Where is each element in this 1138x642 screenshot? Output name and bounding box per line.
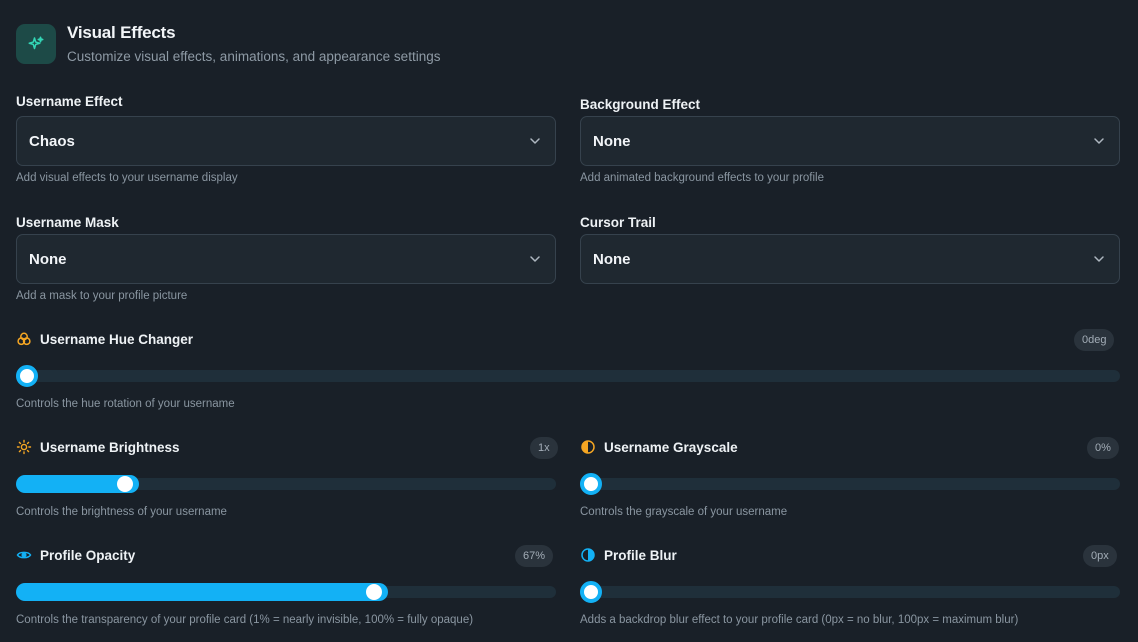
opacity-title: Profile Opacity bbox=[16, 547, 135, 563]
opacity-label: Profile Opacity bbox=[40, 547, 136, 563]
blur-label: Profile Blur bbox=[604, 547, 677, 563]
opacity-value-badge: 67% bbox=[515, 545, 554, 567]
background-effect-hint: Add animated background effects to your … bbox=[580, 172, 824, 184]
background-effect-select[interactable]: None bbox=[580, 116, 1120, 166]
username-effect-hint: Add visual effects to your username disp… bbox=[16, 172, 238, 184]
grayscale-hint: Controls the grayscale of your username bbox=[580, 506, 788, 518]
brightness-slider-thumb[interactable] bbox=[117, 476, 134, 492]
blur-slider[interactable] bbox=[580, 581, 1120, 603]
brightness-title: Username Brightness bbox=[16, 439, 180, 455]
chevron-down-icon bbox=[1093, 253, 1105, 265]
chevron-down-icon bbox=[529, 253, 541, 265]
hue-slider[interactable] bbox=[16, 365, 1120, 387]
username-mask-label: Username Mask bbox=[16, 215, 119, 230]
chevron-down-icon bbox=[1093, 135, 1105, 147]
brightness-slider[interactable] bbox=[16, 475, 556, 493]
blur-circle-icon bbox=[580, 547, 596, 563]
brightness-label: Username Brightness bbox=[40, 439, 180, 455]
username-mask-value: None bbox=[29, 250, 67, 268]
page-subtitle: Customize visual effects, animations, an… bbox=[67, 49, 441, 64]
blur-hint: Adds a backdrop blur effect to your prof… bbox=[580, 614, 1019, 626]
page-title: Visual Effects bbox=[67, 23, 176, 42]
eye-icon bbox=[16, 547, 32, 563]
grayscale-label: Username Grayscale bbox=[604, 439, 738, 455]
blur-value-badge: 0px bbox=[1083, 545, 1117, 567]
cursor-trail-value: None bbox=[593, 250, 631, 268]
grayscale-title: Username Grayscale bbox=[580, 439, 738, 455]
username-effect-select[interactable]: Chaos bbox=[16, 116, 556, 166]
username-effect-label: Username Effect bbox=[16, 94, 123, 109]
opacity-slider[interactable] bbox=[16, 583, 556, 601]
chevron-down-icon bbox=[529, 135, 541, 147]
hue-changer-label: Username Hue Changer bbox=[40, 331, 194, 347]
opacity-hint: Controls the transparency of your profil… bbox=[16, 614, 474, 626]
sparkles-icon bbox=[28, 36, 44, 50]
username-mask-select[interactable]: None bbox=[16, 234, 556, 284]
hue-hint: Controls the hue rotation of your userna… bbox=[16, 398, 235, 410]
username-mask-hint: Add a mask to your profile picture bbox=[16, 290, 188, 302]
hue-changer-title: Username Hue Changer bbox=[16, 331, 193, 347]
grayscale-slider[interactable] bbox=[580, 473, 1120, 495]
palette-icon bbox=[16, 331, 32, 347]
background-effect-value: None bbox=[593, 132, 631, 150]
header-icon-box bbox=[16, 24, 56, 64]
brightness-hint: Controls the brightness of your username bbox=[16, 506, 227, 518]
brightness-value-badge: 1x bbox=[530, 437, 558, 459]
background-effect-label: Background Effect bbox=[580, 97, 701, 112]
hue-value-badge: 0deg bbox=[1074, 329, 1115, 351]
half-circle-icon bbox=[580, 439, 596, 455]
cursor-trail-label: Cursor Trail bbox=[580, 215, 656, 230]
username-effect-value: Chaos bbox=[29, 132, 75, 150]
grayscale-slider-thumb[interactable] bbox=[580, 473, 602, 495]
blur-title: Profile Blur bbox=[580, 547, 677, 563]
hue-slider-thumb[interactable] bbox=[16, 365, 38, 387]
cursor-trail-select[interactable]: None bbox=[580, 234, 1120, 284]
blur-slider-thumb[interactable] bbox=[580, 581, 602, 603]
opacity-slider-fill bbox=[16, 583, 389, 601]
opacity-slider-thumb[interactable] bbox=[366, 584, 383, 600]
grayscale-value-badge: 0% bbox=[1087, 437, 1119, 459]
sun-icon bbox=[16, 439, 32, 455]
